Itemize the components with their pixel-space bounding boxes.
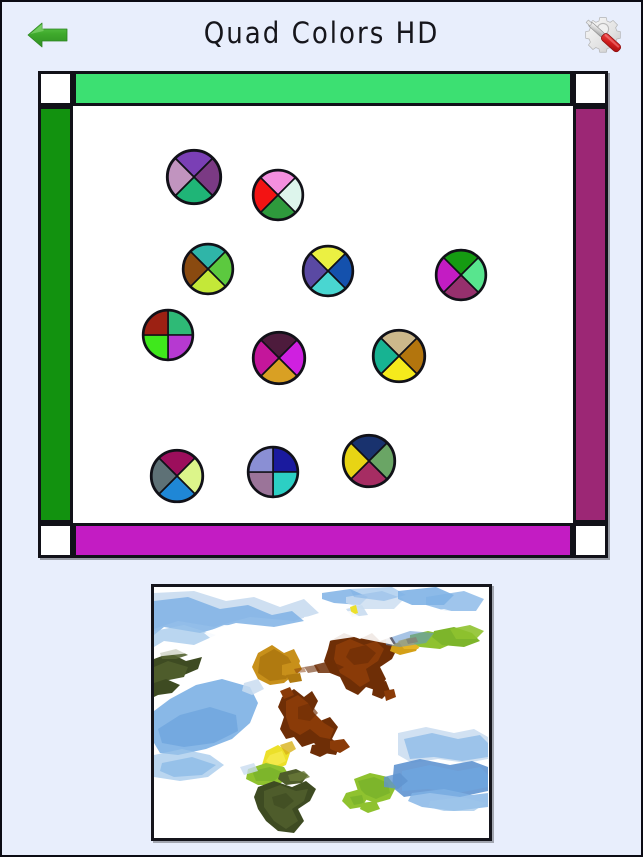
app-header: Quad Colors HD: [2, 2, 641, 68]
board-edge-bottom[interactable]: [73, 523, 573, 558]
quad-color-token-face: [181, 242, 235, 296]
quad-color-token[interactable]: [371, 328, 427, 384]
quad-color-token[interactable]: [141, 308, 195, 362]
quad-color-token[interactable]: [341, 433, 397, 489]
board-corner-bottom-right: [573, 523, 608, 558]
quad-color-token[interactable]: [251, 330, 307, 386]
gear-screwdriver-icon: [585, 17, 622, 53]
board-edge-top[interactable]: [73, 71, 573, 106]
quad-color-token[interactable]: [165, 148, 223, 206]
board-corner-bottom-left: [38, 523, 73, 558]
quad-color-token-face: [341, 433, 397, 489]
quad-color-token[interactable]: [181, 242, 235, 296]
quad-color-token[interactable]: [434, 248, 488, 302]
quad-color-token[interactable]: [301, 244, 355, 298]
game-board[interactable]: [38, 71, 608, 558]
quad-color-token-face: [251, 330, 307, 386]
quad-color-token[interactable]: [149, 448, 205, 504]
abstract-painting-image: [154, 587, 489, 838]
quad-color-token[interactable]: [251, 168, 305, 222]
board-corner-top-right: [573, 71, 608, 106]
page-title: Quad Colors HD: [203, 16, 440, 50]
quad-color-token-face: [251, 168, 305, 222]
quad-color-token-face: [371, 328, 427, 384]
quad-color-token-face: [246, 445, 300, 499]
quad-color-token-face: [141, 308, 195, 362]
token-play-area[interactable]: [73, 106, 573, 523]
board-corner-top-left: [38, 71, 73, 106]
picture-panel[interactable]: [151, 584, 492, 841]
settings-button[interactable]: [578, 12, 630, 62]
quad-color-token-face: [434, 248, 488, 302]
quad-color-token-face: [149, 448, 205, 504]
board-edge-left[interactable]: [38, 106, 73, 523]
quad-color-token[interactable]: [246, 445, 300, 499]
board-edge-right[interactable]: [573, 106, 608, 523]
quad-color-token-face: [301, 244, 355, 298]
quad-color-token-face: [165, 148, 223, 206]
